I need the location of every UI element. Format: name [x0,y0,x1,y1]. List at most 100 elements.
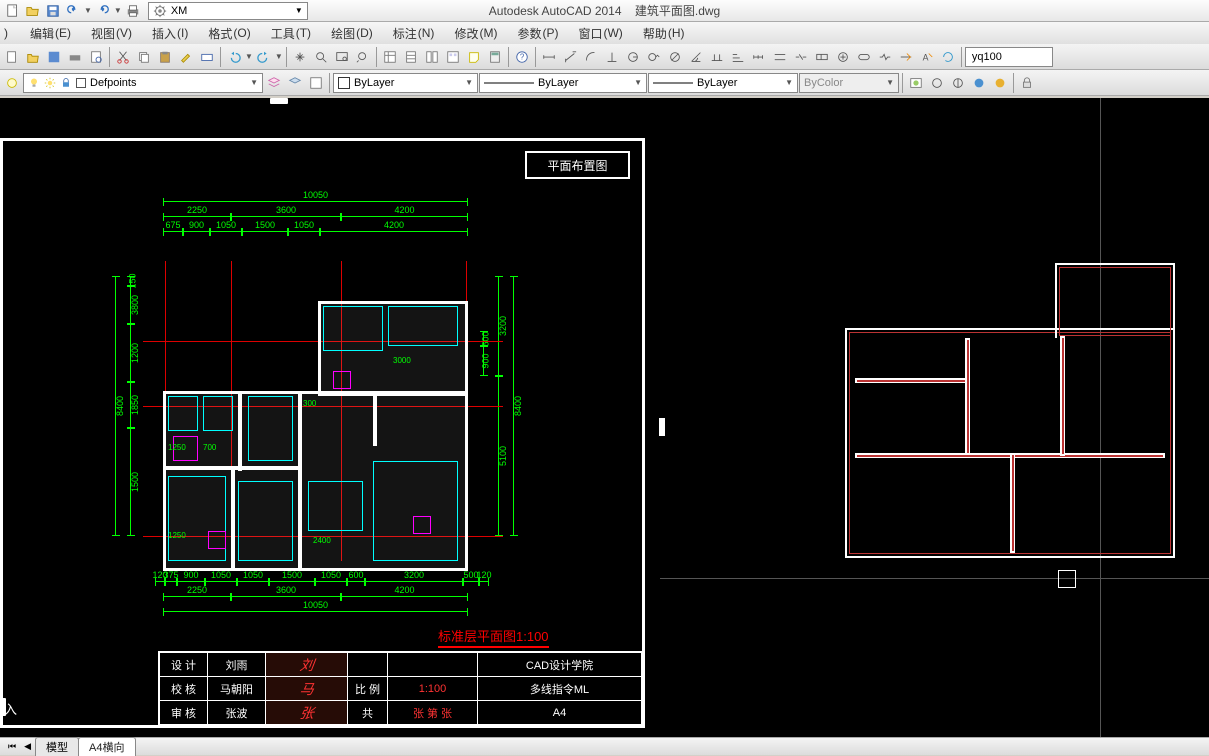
menu-窗口[interactable]: 窗口(W) [568,22,632,44]
paste-icon[interactable] [155,47,175,67]
dim: 2250 [163,596,231,597]
dropdown-icon[interactable]: ▼ [245,52,253,61]
tolerance-icon[interactable] [812,47,832,67]
dim-jogged-icon[interactable] [644,47,664,67]
dim: 1050 [210,231,242,232]
dim-break-icon[interactable] [791,47,811,67]
dim-edit-icon[interactable] [896,47,916,67]
tab-nav-first[interactable]: ⏮ [4,741,20,752]
dim-right-total: 8400 [513,276,514,536]
open-icon[interactable] [24,2,42,20]
render-icon[interactable] [906,73,926,93]
tab-layout[interactable]: A4横向 [78,737,135,756]
layer-freeze-icon[interactable] [2,73,22,93]
dim: 900 [177,581,205,582]
undo-icon[interactable] [64,2,82,20]
pan-icon[interactable] [290,47,310,67]
zoom-realtime-icon[interactable] [311,47,331,67]
title-block: 设 计刘雨刘CAD设计学院校 核马朝阳马比 例1:100多线指令ML审 核张波张… [158,651,642,725]
print-icon[interactable] [124,2,142,20]
tab-nav-prev[interactable]: ◀ [20,741,35,752]
sphere2-icon[interactable] [990,73,1010,93]
dim-diameter-icon[interactable] [665,47,685,67]
menu-绘图[interactable]: 绘图(D) [321,22,383,44]
color-dropdown[interactable]: ByLayer ▼ [333,73,478,93]
redo-icon[interactable] [94,2,112,20]
menu-标注[interactable]: 标注(N) [383,22,445,44]
center-mark-icon[interactable] [833,47,853,67]
zoom-window-icon[interactable] [332,47,352,67]
markup-icon[interactable] [464,47,484,67]
dim-radius-icon[interactable] [623,47,643,67]
menu-overflow[interactable]: ) [0,22,20,44]
command-input[interactable]: 入 [4,699,17,718]
dim-inspect-icon[interactable] [854,47,874,67]
dim-aligned-icon[interactable] [560,47,580,67]
dim-text-edit-icon[interactable]: A [917,47,937,67]
plotstyle-dropdown[interactable]: ByColor ▼ [799,73,899,93]
cut-icon[interactable] [113,47,133,67]
dim-baseline-icon[interactable] [728,47,748,67]
workspace-dropdown[interactable]: XM ▼ [148,2,308,20]
circle2-icon[interactable] [948,73,968,93]
layer-manager-icon[interactable] [264,73,284,93]
right-viewport[interactable] [660,98,1209,737]
properties-icon[interactable] [380,47,400,67]
layer-previous-icon[interactable] [285,73,305,93]
new-icon[interactable] [2,47,22,67]
help-icon[interactable]: ? [512,47,532,67]
dim: 675 [163,231,183,232]
dropdown-icon[interactable]: ▼ [275,52,283,61]
match-properties-icon[interactable] [176,47,196,67]
calculator-icon[interactable] [485,47,505,67]
open-icon[interactable] [23,47,43,67]
layer-properties-toolbar: Defpoints ▼ ByLayer ▼ ByLayer ▼ ByLayer … [0,70,1209,96]
sheet-set-icon[interactable] [401,47,421,67]
dim-ordinate-icon[interactable] [602,47,622,67]
dim-update-icon[interactable] [938,47,958,67]
drawing-area[interactable]: 平面布置图 10050 2250 3600 4200 675 900 1050 … [0,98,1209,737]
redo-icon[interactable] [254,47,274,67]
copy-icon[interactable] [134,47,154,67]
dim-linear-icon[interactable] [539,47,559,67]
dim-arc-icon[interactable] [581,47,601,67]
int-dim: 700 [203,443,216,452]
menu-修改[interactable]: 修改(M) [444,22,507,44]
menu-帮助[interactable]: 帮助(H) [633,22,695,44]
dim-space-icon[interactable] [770,47,790,67]
menu-格式[interactable]: 格式(O) [198,22,260,44]
menu-工具[interactable]: 工具(T) [261,22,321,44]
print-preview-icon[interactable] [86,47,106,67]
dim-continue-icon[interactable] [749,47,769,67]
dim-jogged-linear-icon[interactable] [875,47,895,67]
linetype-dropdown[interactable]: ByLayer ▼ [479,73,647,93]
lineweight-dropdown[interactable]: ByLayer ▼ [648,73,798,93]
new-icon[interactable] [4,2,22,20]
plot-icon[interactable] [65,47,85,67]
undo-icon[interactable] [224,47,244,67]
plan-title: 标准层平面图1:100 [438,626,549,648]
layer-states-icon[interactable] [306,73,326,93]
dim-style-field[interactable]: yq100 [965,47,1053,67]
lock-layer-icon[interactable] [1017,73,1037,93]
menu-参数[interactable]: 参数(P) [507,22,568,44]
menu-插入[interactable]: 插入(I) [142,22,198,44]
circle-icon[interactable] [927,73,947,93]
dim-angular-icon[interactable] [686,47,706,67]
qat-dropdown-icon[interactable]: ▼ [114,6,122,15]
tool-palette-icon[interactable] [422,47,442,67]
dim: 1500 [269,581,315,582]
block-editor-icon[interactable] [197,47,217,67]
menu-视图[interactable]: 视图(V) [81,22,142,44]
save-icon[interactable] [44,47,64,67]
menu-编辑[interactable]: 编辑(E) [20,22,81,44]
tab-model[interactable]: 模型 [35,737,79,756]
sphere-icon[interactable] [969,73,989,93]
qat-dropdown-icon[interactable]: ▼ [84,6,92,15]
design-center-icon[interactable] [443,47,463,67]
zoom-previous-icon[interactable] [353,47,373,67]
layer-dropdown[interactable]: Defpoints ▼ [23,73,263,93]
save-icon[interactable] [44,2,62,20]
quick-dim-icon[interactable] [707,47,727,67]
left-viewport[interactable]: 平面布置图 10050 2250 3600 4200 675 900 1050 … [0,98,660,737]
